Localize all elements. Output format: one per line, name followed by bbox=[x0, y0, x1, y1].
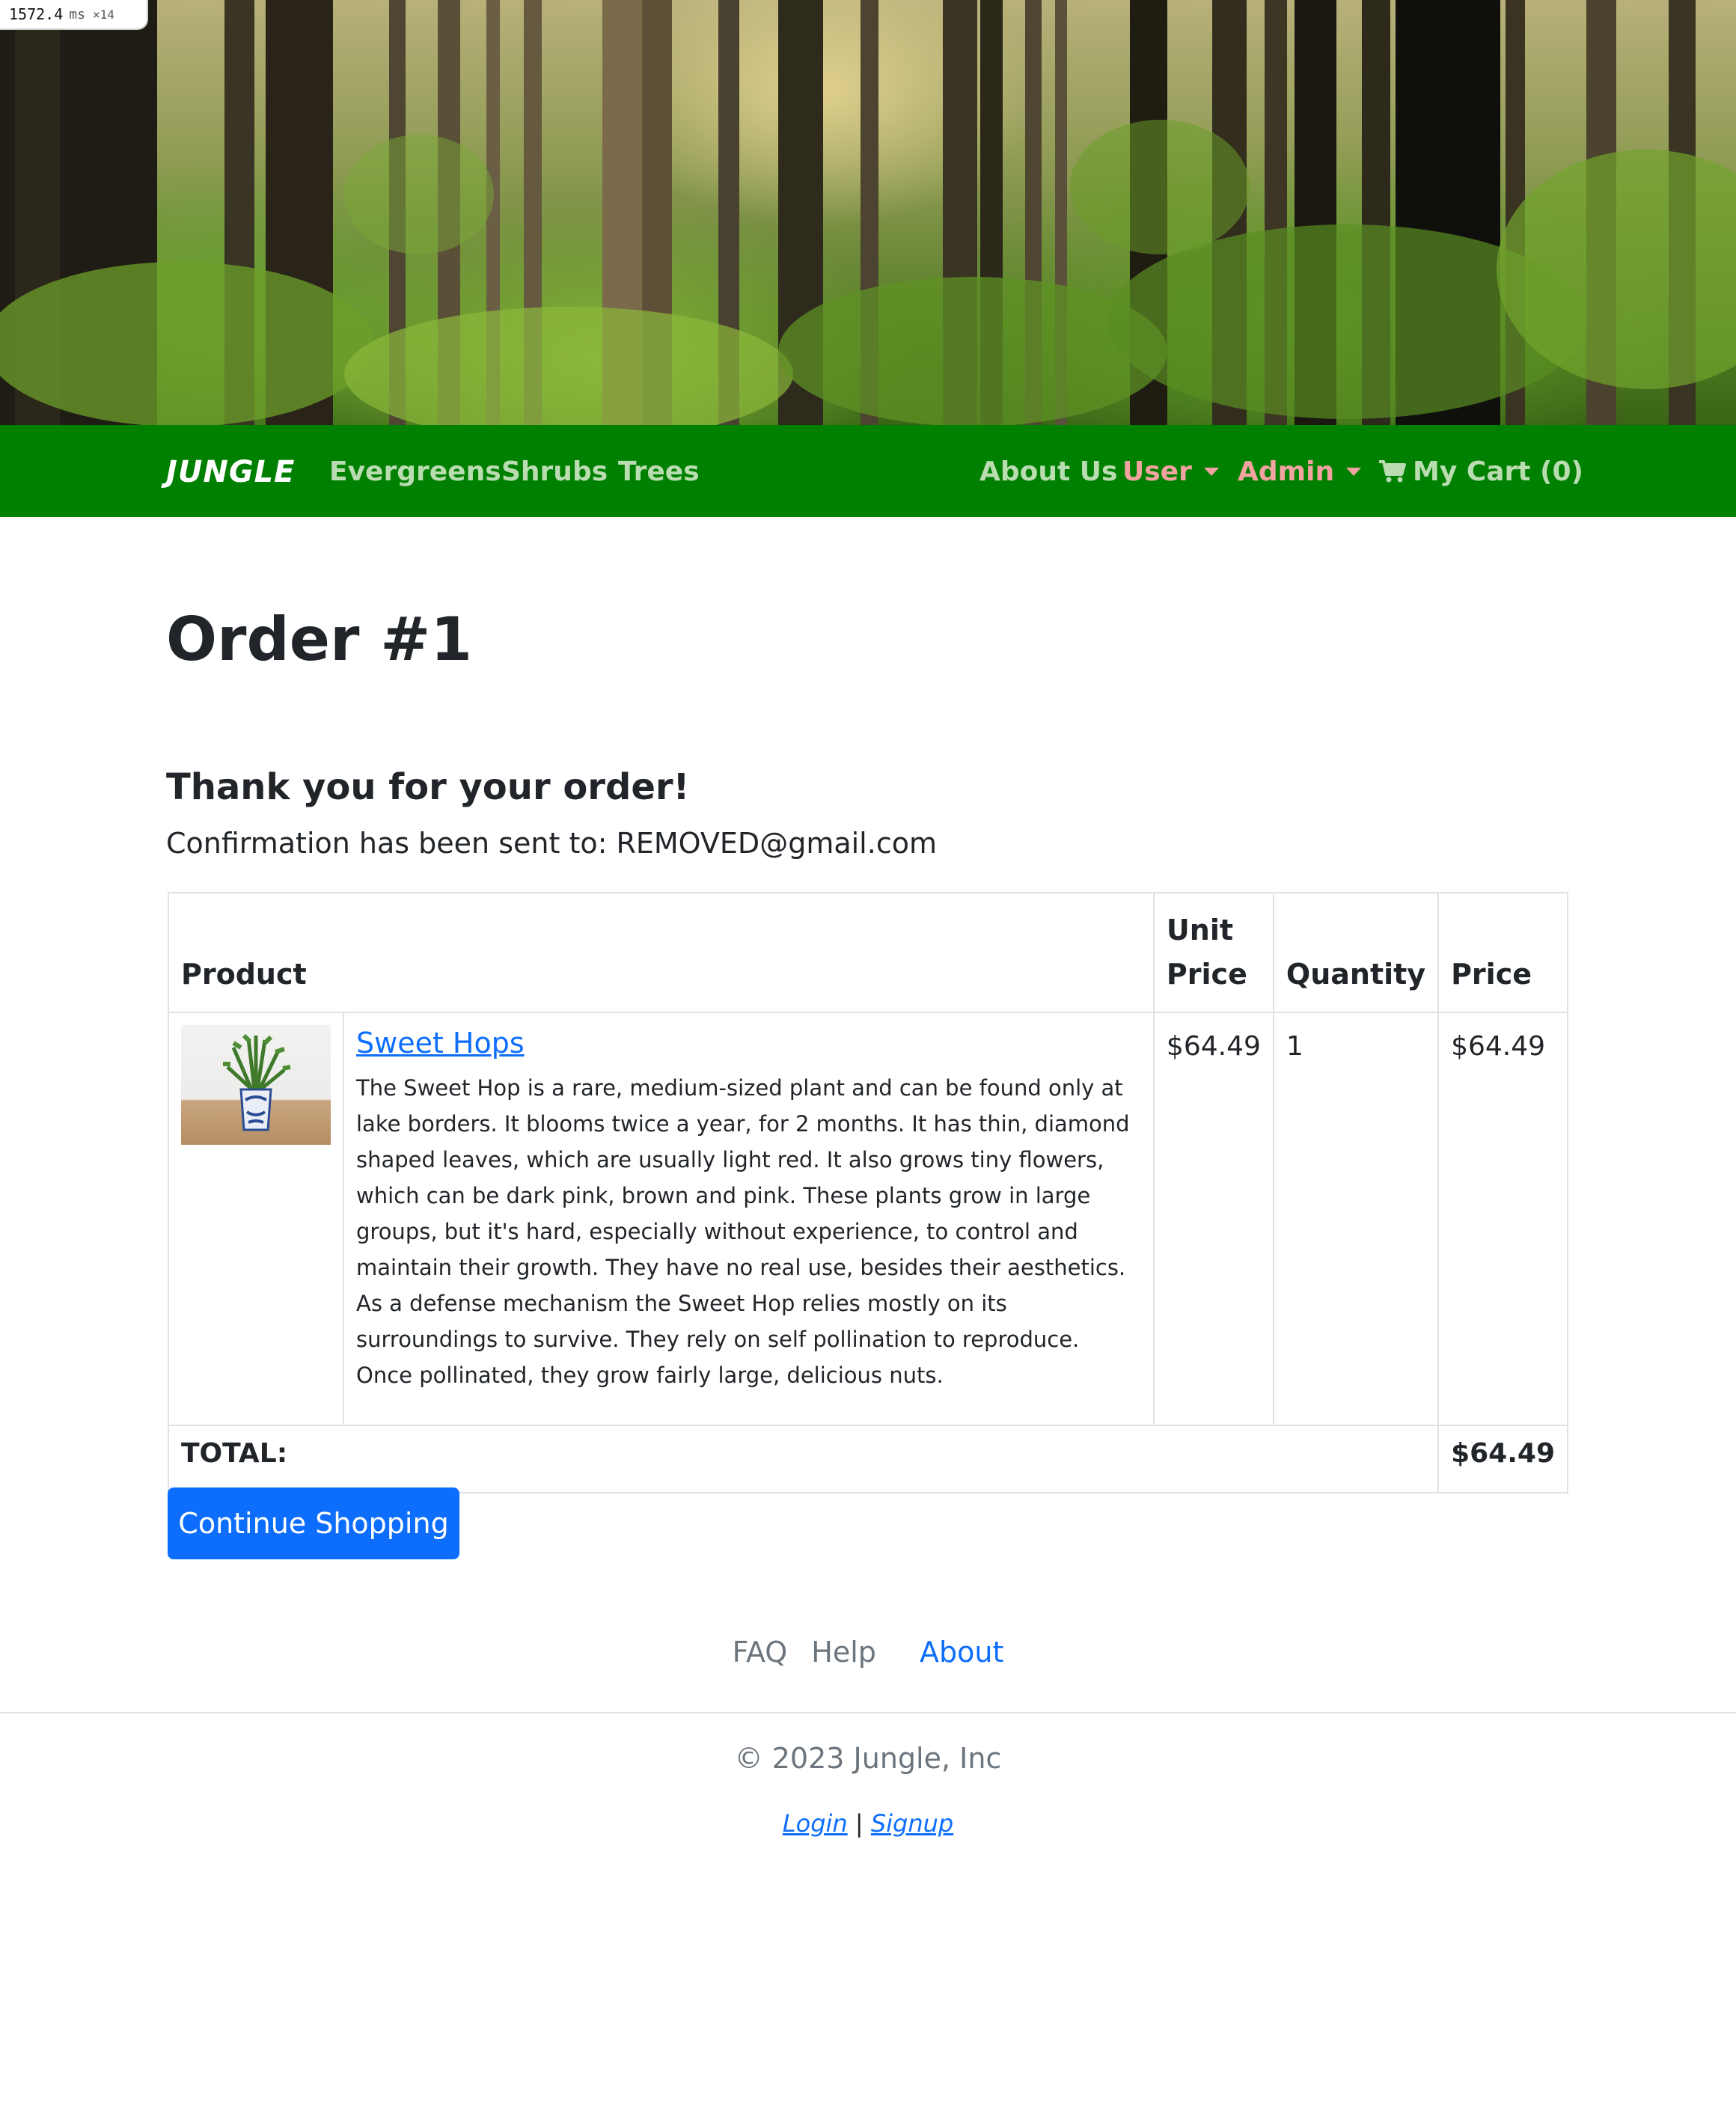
auth-links: Login | Signup bbox=[0, 1809, 1736, 1838]
product-thumbnail-cell bbox=[168, 1012, 344, 1426]
perf-badge: 1572.4 ms ×14 bbox=[0, 0, 148, 30]
unit-price-cell: $64.49 bbox=[1152, 1012, 1274, 1426]
header-price: Price bbox=[1437, 892, 1568, 1013]
product-image[interactable] bbox=[181, 1025, 331, 1145]
total-label: TOTAL: bbox=[167, 1425, 1440, 1493]
nav-my-cart[interactable]: My Cart (0) bbox=[1378, 456, 1583, 487]
page-title: Order #1 bbox=[166, 605, 472, 674]
copyright-text: © 2023 Jungle, Inc bbox=[734, 1742, 1002, 1775]
forest-trunks-graphic bbox=[0, 0, 1736, 425]
footer-divider bbox=[0, 1712, 1736, 1713]
shopping-cart-icon bbox=[1379, 460, 1406, 483]
continue-shopping-button[interactable]: Continue Shopping bbox=[168, 1487, 459, 1559]
hero-forest-image bbox=[0, 0, 1736, 425]
table-header-row: Product Unit Price Quantity Price bbox=[168, 892, 1568, 1013]
nav-cart-label: My Cart (0) bbox=[1413, 456, 1583, 487]
quantity-cell: 1 bbox=[1272, 1012, 1440, 1426]
nav-admin-dropdown[interactable]: Admin bbox=[1238, 456, 1362, 487]
login-link[interactable]: Login bbox=[783, 1809, 848, 1838]
product-name-link[interactable]: Sweet Hops bbox=[356, 1027, 525, 1060]
nav-user-dropdown[interactable]: User bbox=[1122, 456, 1219, 487]
footer-link-help[interactable]: Help bbox=[811, 1636, 876, 1669]
nav-admin-label: Admin bbox=[1238, 456, 1335, 487]
perf-unit: ms bbox=[69, 6, 85, 22]
nav-trees[interactable]: Trees bbox=[618, 456, 700, 487]
main-navbar: JUNGLE Evergreens Shrubs Trees About Us … bbox=[0, 425, 1736, 517]
footer-link-about[interactable]: About bbox=[920, 1636, 1003, 1669]
product-description: The Sweet Hop is a rare, medium-sized pl… bbox=[356, 1075, 1130, 1388]
chevron-down-icon bbox=[1203, 468, 1219, 476]
product-details-cell: Sweet Hops The Sweet Hop is a rare, medi… bbox=[343, 1012, 1155, 1426]
signup-link[interactable]: Signup bbox=[871, 1809, 953, 1838]
nav-shrubs[interactable]: Shrubs bbox=[501, 456, 608, 487]
header-product: Product bbox=[168, 892, 1155, 1013]
nav-evergreens[interactable]: Evergreens bbox=[329, 456, 501, 487]
confirmation-text: Confirmation has been sent to: REMOVED@g… bbox=[166, 827, 937, 860]
price-cell: $64.49 bbox=[1437, 1012, 1568, 1426]
footer-links: FAQ Help About bbox=[0, 1636, 1736, 1669]
header-quantity: Quantity bbox=[1272, 892, 1440, 1013]
total-row: TOTAL: $64.49 bbox=[167, 1425, 1568, 1493]
table-row: Sweet Hops The Sweet Hop is a rare, medi… bbox=[168, 1012, 1568, 1426]
thank-you-heading: Thank you for your order! bbox=[166, 766, 690, 808]
nav-user-label: User bbox=[1122, 456, 1192, 487]
perf-multiplier: ×14 bbox=[92, 7, 114, 22]
potted-plant-graphic bbox=[223, 1033, 291, 1131]
header-unit-price: Unit Price bbox=[1152, 892, 1274, 1013]
brand-logo[interactable]: JUNGLE bbox=[166, 455, 295, 489]
perf-value: 1572.4 bbox=[9, 5, 64, 23]
auth-separator: | bbox=[855, 1809, 864, 1838]
chevron-down-icon bbox=[1346, 468, 1362, 476]
order-table: Product Unit Price Quantity Price Sweet … bbox=[167, 892, 1568, 1493]
total-value: $64.49 bbox=[1437, 1425, 1568, 1493]
nav-about-us[interactable]: About Us bbox=[979, 456, 1117, 487]
footer-link-faq[interactable]: FAQ bbox=[733, 1636, 788, 1669]
